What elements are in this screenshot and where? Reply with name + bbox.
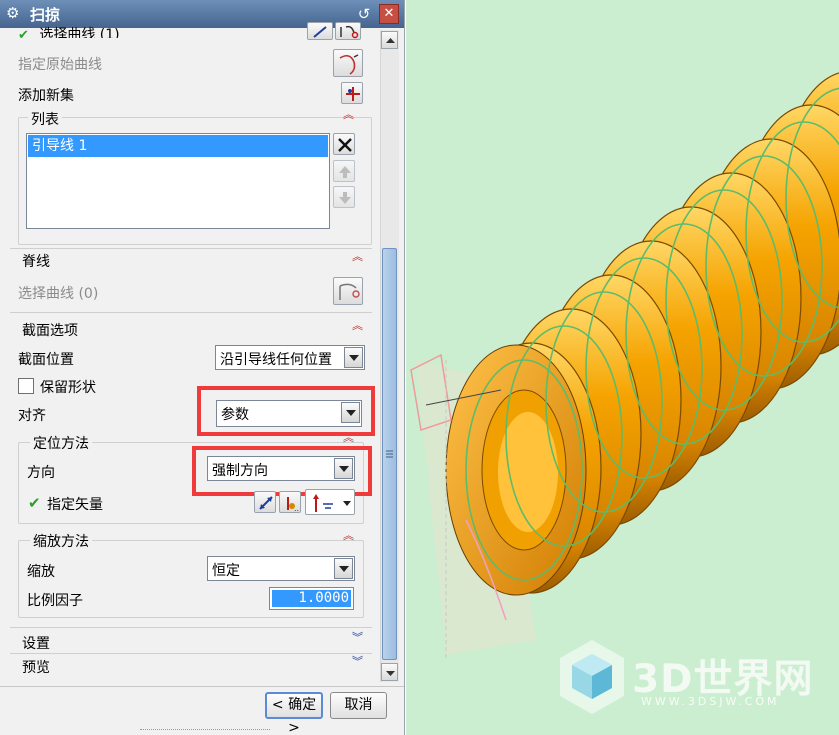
separator xyxy=(10,653,372,654)
gear-icon[interactable]: ⚙ xyxy=(6,5,22,21)
scroll-up-button[interactable] xyxy=(381,31,398,49)
preserve-shape-label: 保留形状 xyxy=(40,380,96,396)
settings-section-title[interactable]: 设置 xyxy=(22,633,50,653)
spine-select-curve-label: 选择曲线 (0) xyxy=(18,286,99,302)
select-curve-row: ✔ 选择曲线 (1) xyxy=(18,22,120,38)
scale-dropdown[interactable]: 恒定 xyxy=(207,556,355,581)
spine-curve-icon-button[interactable] xyxy=(333,277,363,305)
settings-expand-icon[interactable]: ︾ xyxy=(352,632,363,643)
scale-label: 缩放 xyxy=(27,564,55,580)
list-collapse-icon[interactable]: ︽ xyxy=(343,109,354,120)
scale-factor-input[interactable]: 1.0000 xyxy=(269,587,354,610)
close-button[interactable]: ✕ xyxy=(379,4,399,24)
section-options-title: 截面选项 xyxy=(22,323,78,339)
section-location-dropdown[interactable]: 沿引导线任何位置 xyxy=(215,345,365,370)
scrollbar-thumb[interactable] xyxy=(382,248,397,660)
specify-vector-label: 指定矢量 xyxy=(47,497,103,513)
check-icon: ✔ xyxy=(28,494,41,512)
direction-label: 方向 xyxy=(27,465,55,481)
section-location-label: 截面位置 xyxy=(18,352,74,368)
scale-value: 恒定 xyxy=(212,563,240,579)
scale-factor-label: 比例因子 xyxy=(27,593,83,609)
add-new-set-label: 添加新集 xyxy=(18,88,74,104)
resize-grip[interactable] xyxy=(140,729,270,733)
section-location-value: 沿引导线任何位置 xyxy=(220,352,332,368)
scaling-collapse-icon[interactable]: ︽ xyxy=(343,530,354,541)
move-down-button[interactable] xyxy=(333,186,355,208)
scale-factor-value: 1.0000 xyxy=(272,590,351,607)
preview-expand-icon[interactable]: ︾ xyxy=(352,656,363,667)
move-up-button[interactable] xyxy=(333,160,355,182)
graphics-viewport[interactable]: 3D世界网 WWW.3DSJW.COM xyxy=(406,0,839,735)
preserve-shape-checkbox[interactable] xyxy=(18,378,34,394)
vector-type-dropdown[interactable] xyxy=(305,489,355,515)
specify-original-curve-label: 指定原始曲线 xyxy=(18,57,102,73)
button-bar-divider xyxy=(0,686,404,687)
list-group-title: 列表 xyxy=(28,109,62,129)
select-curve-label: 选择曲线 (1) xyxy=(39,27,120,38)
preview-section-title[interactable]: 预览 xyxy=(22,657,50,677)
scaling-method-title: 缩放方法 xyxy=(30,531,92,551)
remove-item-button[interactable] xyxy=(333,133,355,155)
original-curve-icon-button[interactable] xyxy=(333,49,363,77)
spine-section-title: 脊线 xyxy=(22,254,50,270)
curve-select-icon-button[interactable] xyxy=(307,22,333,40)
separator xyxy=(10,248,372,249)
bore-inner xyxy=(498,412,558,532)
chevron-down-icon[interactable] xyxy=(334,558,353,579)
chevron-down-icon[interactable] xyxy=(344,347,363,368)
vector-reverse-button[interactable] xyxy=(254,491,276,513)
list-item[interactable]: 引导线 1 xyxy=(28,135,328,157)
separator xyxy=(10,312,372,313)
check-icon: ✔ xyxy=(18,28,29,38)
orientation-method-title: 定位方法 xyxy=(30,433,92,453)
list-box[interactable]: 引导线 1 xyxy=(26,133,330,229)
vector-dialog-button[interactable]: .. xyxy=(279,491,301,513)
reset-icon[interactable]: ↺ xyxy=(355,5,373,23)
highlight-box-alignment xyxy=(197,386,375,436)
curve-rule-icon-button[interactable] xyxy=(335,22,361,40)
alignment-label: 对齐 xyxy=(18,408,46,424)
separator xyxy=(10,627,372,628)
scroll-down-button[interactable] xyxy=(381,663,398,681)
sweep-dialog: ⚙ 扫掠 ↺ ✕ ✔ 选择曲线 (1) 指定原始曲线 添加新集 列表 ︽ 引导线… xyxy=(0,0,405,735)
cancel-button[interactable]: 取消 xyxy=(330,692,387,719)
orientation-collapse-icon[interactable]: ︽ xyxy=(343,432,354,443)
add-new-set-button[interactable] xyxy=(341,82,363,104)
watermark-url: WWW.3DSJW.COM xyxy=(641,695,780,708)
spine-collapse-icon[interactable]: ︽ xyxy=(352,251,363,262)
ok-button[interactable]: < 确定 > xyxy=(265,692,323,735)
svg-text:..: .. xyxy=(294,504,299,513)
section-options-collapse-icon[interactable]: ︽ xyxy=(352,320,363,331)
spring-model xyxy=(410,72,839,660)
cube-logo-icon xyxy=(560,640,624,714)
